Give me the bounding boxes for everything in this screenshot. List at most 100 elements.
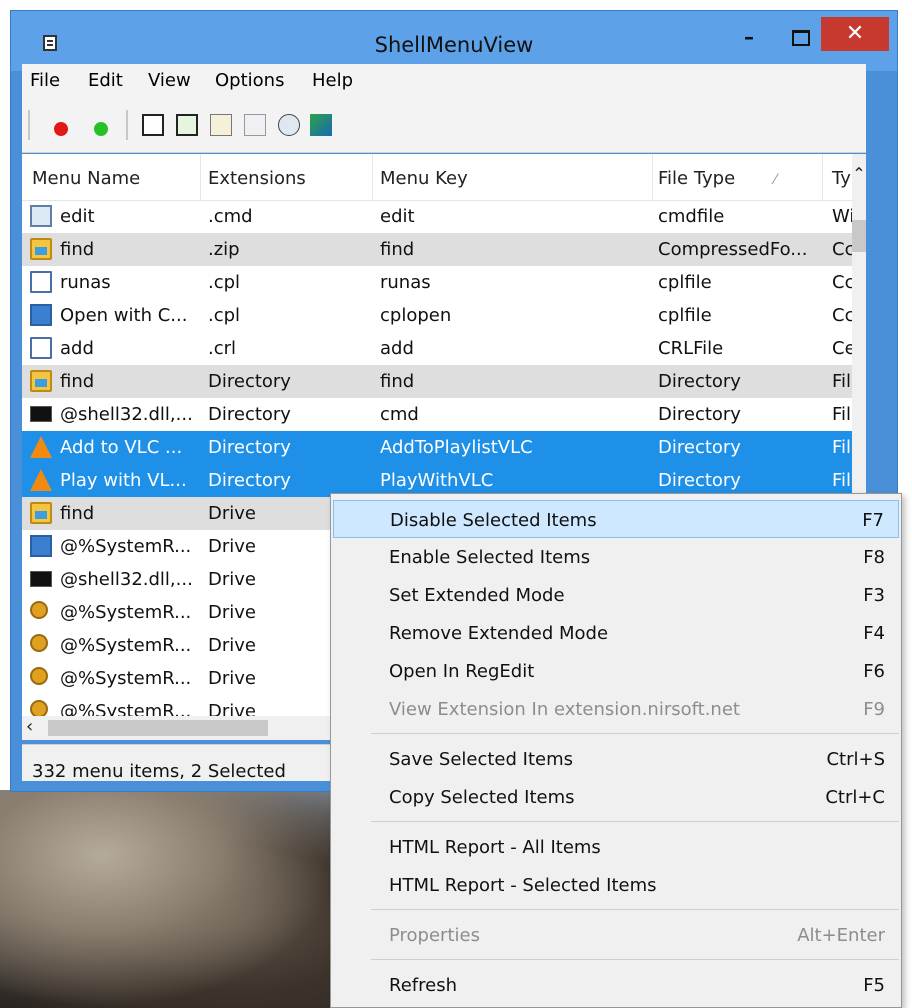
context-menu-item[interactable]: Enable Selected Items F8	[333, 538, 899, 576]
cell-menu-key: PlayWithVLC	[380, 470, 494, 491]
cell-file-type: Directory	[658, 470, 741, 491]
table-row[interactable]: runas .cpl runas cplfile Cc	[22, 266, 852, 299]
cell-extensions: Directory	[208, 470, 291, 491]
scroll-left-arrow-icon[interactable]: ‹	[26, 716, 33, 737]
cell-menu-key: cmd	[380, 404, 419, 425]
cell-extensions: .crl	[208, 338, 237, 359]
table-row[interactable]: edit .cmd edit cmdfile Wi	[22, 200, 852, 233]
column-divider[interactable]	[652, 154, 653, 200]
context-menu: Disable Selected Items F7 Enable Selected …	[330, 493, 902, 1008]
maximize-button[interactable]	[781, 23, 821, 53]
menu-help[interactable]: Help	[312, 70, 353, 91]
folder-icon	[30, 238, 52, 260]
cell-file-type: cmdfile	[658, 206, 725, 227]
context-menu-item-shortcut: F7	[862, 510, 884, 531]
menu-view[interactable]: View	[148, 70, 191, 91]
context-menu-item[interactable]: Disable Selected Items F7	[333, 500, 899, 538]
context-menu-item[interactable]: Refresh F5	[333, 966, 899, 1004]
exit-icon[interactable]	[310, 114, 332, 136]
cmd-icon	[30, 406, 52, 422]
list-header: Menu Name Extensions Menu Key File Type …	[22, 154, 866, 201]
cell-file-type: Directory	[658, 437, 741, 458]
table-row[interactable]: add .crl add CRLFile Ce	[22, 332, 852, 365]
context-menu-separator	[371, 821, 899, 822]
context-menu-item: Properties Alt+Enter	[333, 916, 899, 954]
context-menu-item-label: Open In RegEdit	[389, 661, 535, 682]
cell-extensions: .cpl	[208, 305, 241, 326]
cell-extensions: .cmd	[208, 206, 253, 227]
context-menu-item[interactable]: Save Selected Items Ctrl+S	[333, 740, 899, 778]
column-divider[interactable]	[822, 154, 823, 200]
context-menu-item-label: Disable Selected Items	[390, 510, 597, 531]
cell-menu-name: @shell32.dll,...	[60, 569, 193, 590]
context-menu-item-label: Refresh	[389, 975, 457, 996]
find-icon[interactable]	[278, 114, 300, 136]
doc-icon	[30, 337, 52, 359]
column-header-file-type[interactable]: File Type	[658, 168, 735, 189]
toolbar-separator	[126, 110, 128, 140]
context-menu-item[interactable]: Open In RegEdit F6	[333, 652, 899, 690]
red-dot-icon[interactable]	[54, 122, 68, 136]
cell-type: Fil	[832, 371, 852, 392]
cell-menu-name: Play with VL...	[60, 470, 187, 491]
status-text: 332 menu items, 2 Selected	[32, 761, 286, 782]
save-icon[interactable]	[142, 114, 164, 136]
key-icon	[30, 634, 48, 652]
context-menu-item-shortcut: F4	[863, 623, 885, 644]
column-divider[interactable]	[200, 154, 201, 200]
table-row[interactable]: find .zip find CompressedFo... Cc	[22, 233, 852, 266]
cell-menu-name: @%SystemR...	[60, 602, 192, 623]
cell-type: Cc	[832, 305, 852, 326]
context-menu-item[interactable]: HTML Report - Selected Items	[333, 866, 899, 904]
context-menu-item[interactable]: Set Extended Mode F3	[333, 576, 899, 614]
copy-icon[interactable]	[210, 114, 232, 136]
context-menu-item[interactable]: Remove Extended Mode F4	[333, 614, 899, 652]
context-menu-item-shortcut: F9	[863, 699, 885, 720]
folder-icon	[30, 370, 52, 392]
refresh-icon[interactable]	[176, 114, 198, 136]
green-dot-icon[interactable]	[94, 122, 108, 136]
table-row[interactable]: @shell32.dll,... Directory cmd Directory Fil	[22, 398, 852, 431]
menu-edit[interactable]: Edit	[88, 70, 123, 91]
context-menu-separator	[371, 733, 899, 734]
close-button[interactable]: ✕	[821, 17, 889, 51]
cell-menu-key: edit	[380, 206, 415, 227]
toolbar-separator	[28, 110, 30, 140]
context-menu-separator	[371, 909, 899, 910]
menu-options[interactable]: Options	[215, 70, 284, 91]
column-header-menu-key[interactable]: Menu Key	[380, 168, 468, 189]
control-panel-icon	[30, 535, 52, 557]
table-row[interactable]: find Directory find Directory Fil	[22, 365, 852, 398]
control-panel-icon	[30, 304, 52, 326]
column-header-menu-name[interactable]: Menu Name	[32, 168, 140, 189]
column-header-extensions[interactable]: Extensions	[208, 168, 306, 189]
cell-menu-key: runas	[380, 272, 431, 293]
column-divider[interactable]	[372, 154, 373, 200]
cell-menu-name: @%SystemR...	[60, 635, 192, 656]
horizontal-scroll-thumb[interactable]	[48, 720, 268, 736]
vertical-scroll-thumb[interactable]	[852, 220, 866, 252]
table-row[interactable]: Add to VLC ... Directory AddToPlaylistVLC D…	[22, 431, 852, 464]
scroll-up-arrow-icon[interactable]: ⌃	[852, 164, 866, 183]
minimize-button[interactable]: –	[729, 23, 769, 53]
menu-file[interactable]: File	[30, 70, 60, 91]
cell-extensions: Directory	[208, 437, 291, 458]
table-row[interactable]: Open with C... .cpl cplopen cplfile Cc	[22, 299, 852, 332]
properties-icon[interactable]	[244, 114, 266, 136]
context-menu-item[interactable]: HTML Report - All Items	[333, 828, 899, 866]
maximize-icon	[792, 30, 810, 46]
cell-file-type: CRLFile	[658, 338, 724, 359]
context-menu-item[interactable]: Copy Selected Items Ctrl+C	[333, 778, 899, 816]
cell-menu-key: add	[380, 338, 414, 359]
cell-type: Fil	[832, 404, 852, 425]
desktop-wallpaper-rock	[0, 790, 340, 1008]
cell-menu-name: add	[60, 338, 94, 359]
context-menu-item: View Extension In extension.nirsoft.net F…	[333, 690, 899, 728]
title-bar[interactable]: ShellMenuView – ✕	[11, 11, 897, 71]
cell-menu-name: find	[60, 371, 95, 392]
cell-file-type: cplfile	[658, 305, 712, 326]
column-header-type[interactable]: Ty	[832, 168, 851, 189]
cell-type: Fil	[832, 470, 852, 491]
horizontal-scrollbar[interactable]: ‹	[22, 716, 352, 740]
context-menu-item-label: Set Extended Mode	[389, 585, 565, 606]
